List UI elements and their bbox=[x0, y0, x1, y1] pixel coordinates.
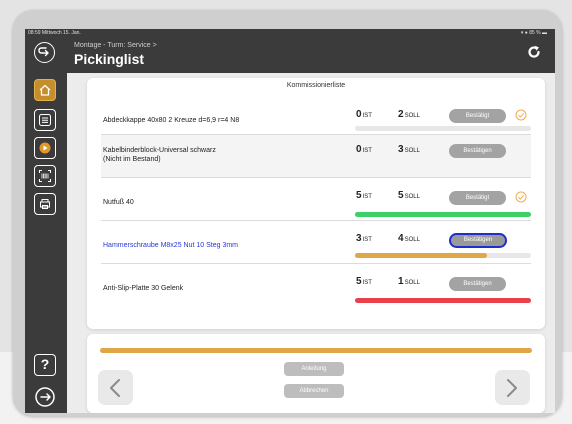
qty-ist-value: 3 bbox=[356, 233, 362, 244]
progress-track bbox=[355, 126, 531, 131]
page-title: Pickinglist bbox=[74, 51, 145, 67]
sidebar-item-print[interactable] bbox=[34, 193, 56, 215]
list-icon bbox=[39, 114, 51, 126]
qty-soll-value: 4 bbox=[398, 233, 404, 244]
soll-unit: SOLL bbox=[404, 194, 420, 200]
breadcrumb[interactable]: Montage - Turm: Service > bbox=[74, 42, 157, 49]
ist-unit: IST bbox=[362, 194, 372, 200]
picking-list-card: Kommissionierliste Abdeckkappe 40x80 2 K… bbox=[87, 78, 545, 329]
soll-unit: SOLL bbox=[404, 148, 420, 154]
list-row-1: Kabelbinderblock-Universal schwarz (Nicht… bbox=[101, 135, 531, 178]
qty-ist: 0IST bbox=[356, 144, 372, 155]
qty-ist: 0IST bbox=[356, 109, 372, 120]
confirm-button[interactable]: Bestätigt bbox=[449, 109, 506, 123]
qty-ist-value: 0 bbox=[356, 109, 362, 120]
refresh-icon bbox=[528, 45, 540, 58]
qty-soll: 5SOLL bbox=[398, 190, 420, 201]
list-title: Kommissionierliste bbox=[286, 82, 346, 89]
status-time: 08:59 Mittwoch 15. Jan. bbox=[28, 30, 81, 36]
list-row-0: Abdeckkappe 40x80 2 Kreuze d=6,9 r=4 N8 … bbox=[101, 92, 531, 135]
anleitung-button[interactable]: Anleitung bbox=[284, 362, 344, 376]
play-icon bbox=[39, 142, 51, 154]
qty-soll: 4SOLL bbox=[398, 233, 420, 244]
chevron-left-icon bbox=[110, 379, 120, 397]
printer-icon bbox=[40, 199, 50, 209]
sidebar-item-list[interactable] bbox=[34, 109, 56, 131]
soll-unit: SOLL bbox=[404, 237, 420, 243]
qty-ist: 5IST bbox=[356, 190, 372, 201]
confirm-button-focused[interactable]: Bestätigen bbox=[449, 233, 507, 248]
back-arrow-icon bbox=[38, 47, 49, 57]
bottom-navigation: Anleitung Abbrechen bbox=[87, 334, 545, 413]
ist-unit: IST bbox=[362, 113, 372, 119]
list-row-4: Anti-Slip-Platte 30 Gelenk 5IST 1SOLL Be… bbox=[101, 264, 531, 307]
item-name: Nutfuß 40 bbox=[103, 199, 134, 206]
confirm-button[interactable]: Bestätigen bbox=[449, 144, 506, 158]
qty-ist-value: 5 bbox=[356, 190, 362, 201]
qty-ist-value: 0 bbox=[356, 144, 362, 155]
qty-soll-value: 5 bbox=[398, 190, 404, 201]
top-bar: 08:59 Mittwoch 15. Jan. ▾ ● 85 % ▬ Monta… bbox=[25, 29, 555, 73]
progress-track bbox=[355, 253, 531, 258]
sidebar-item-scan[interactable] bbox=[34, 165, 56, 187]
sidebar-item-home[interactable] bbox=[34, 79, 56, 101]
item-name: Kabelbinderblock-Universal schwarz (Nicht… bbox=[103, 146, 216, 164]
soll-unit: SOLL bbox=[404, 113, 420, 119]
previous-button[interactable] bbox=[98, 370, 133, 405]
qty-soll: 2SOLL bbox=[398, 109, 420, 120]
logout-button[interactable] bbox=[34, 386, 56, 408]
ist-unit: IST bbox=[362, 148, 372, 154]
progress-track bbox=[355, 212, 531, 217]
abbrechen-button[interactable]: Abbrechen bbox=[284, 384, 344, 398]
qty-ist-value: 5 bbox=[356, 276, 362, 287]
chevron-right-icon bbox=[507, 379, 517, 397]
qty-soll: 3SOLL bbox=[398, 144, 420, 155]
item-name: Hammerschraube M8x25 Nut 10 Steg 3mm bbox=[103, 242, 238, 249]
ist-unit: IST bbox=[362, 237, 372, 243]
barcode-icon bbox=[39, 170, 51, 182]
progress-fill bbox=[355, 298, 531, 303]
confirm-button[interactable]: Bestätigt bbox=[449, 191, 506, 205]
progress-track bbox=[355, 298, 531, 303]
overall-progress-bar bbox=[100, 348, 532, 353]
sidebar: ? bbox=[25, 73, 67, 413]
sidebar-item-play[interactable] bbox=[34, 137, 56, 159]
item-name: Abdeckkappe 40x80 2 Kreuze d=6,9 r=4 N8 bbox=[103, 117, 240, 124]
item-note: (Nicht im Bestand) bbox=[103, 156, 161, 163]
qty-soll-value: 3 bbox=[398, 144, 404, 155]
app-screen: 08:59 Mittwoch 15. Jan. ▾ ● 85 % ▬ Monta… bbox=[25, 29, 555, 413]
qty-ist: 3IST bbox=[356, 233, 372, 244]
check-circle-icon bbox=[515, 109, 527, 121]
ist-unit: IST bbox=[362, 280, 372, 286]
status-indicators: ▾ ● 85 % ▬ bbox=[520, 30, 547, 36]
item-name-text: Kabelbinderblock-Universal schwarz bbox=[103, 147, 216, 154]
qty-soll: 1SOLL bbox=[398, 276, 420, 287]
home-icon bbox=[39, 84, 51, 96]
soll-unit: SOLL bbox=[404, 280, 420, 286]
logout-icon bbox=[35, 387, 55, 407]
help-button[interactable]: ? bbox=[34, 354, 56, 376]
qty-ist: 5IST bbox=[356, 276, 372, 287]
qty-soll-value: 1 bbox=[398, 276, 404, 287]
confirm-button[interactable]: Bestätigen bbox=[449, 277, 506, 291]
check-circle-icon bbox=[515, 191, 527, 203]
qty-soll-value: 2 bbox=[398, 109, 404, 120]
progress-fill bbox=[355, 212, 531, 217]
next-button[interactable] bbox=[495, 370, 530, 405]
progress-fill bbox=[355, 253, 487, 258]
list-row-2: Nutfuß 40 5IST 5SOLL Bestätigt bbox=[101, 178, 531, 221]
item-name: Anti-Slip-Platte 30 Gelenk bbox=[103, 285, 184, 292]
back-button[interactable] bbox=[34, 42, 55, 63]
list-row-3: Hammerschraube M8x25 Nut 10 Steg 3mm 3IS… bbox=[101, 221, 531, 264]
refresh-button[interactable] bbox=[527, 45, 541, 64]
